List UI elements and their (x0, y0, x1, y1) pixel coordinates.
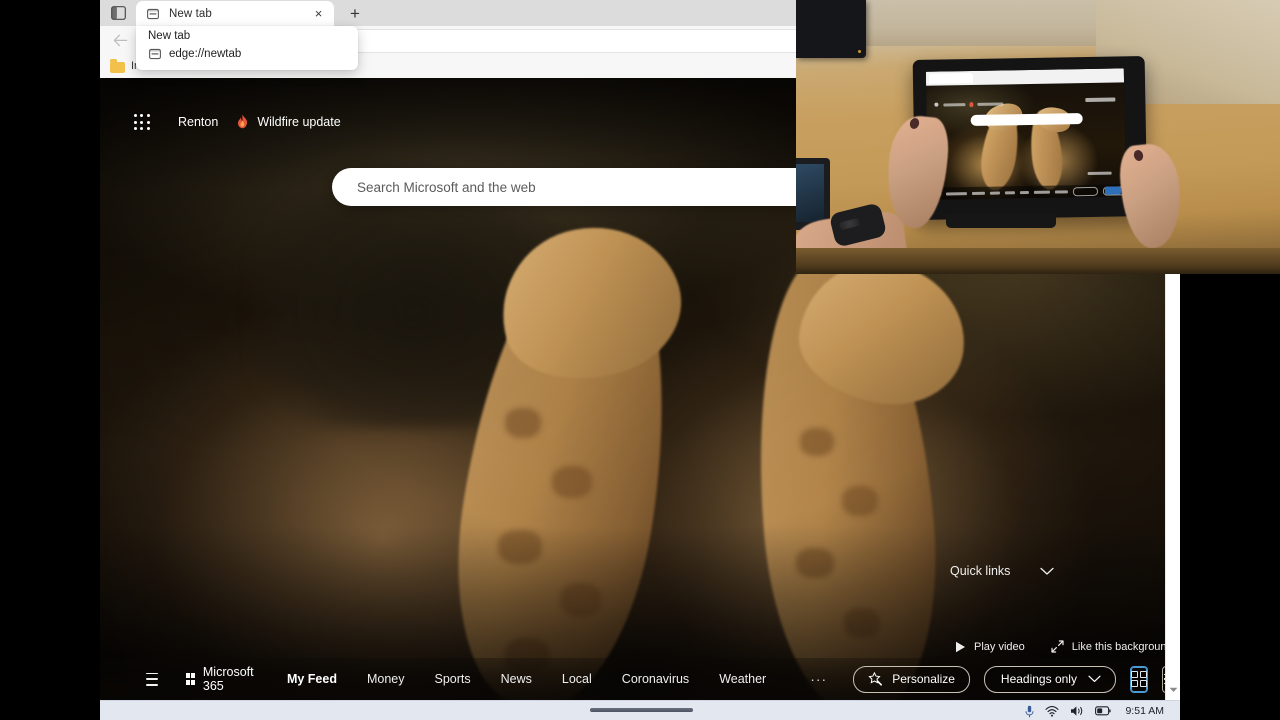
hamburger-icon[interactable] (146, 672, 159, 686)
window-tile-icon[interactable] (108, 3, 129, 23)
microphone-icon[interactable] (1025, 705, 1034, 718)
taskbar-drag-handle[interactable] (590, 708, 693, 712)
personalize-label: Personalize (892, 672, 955, 686)
like-background-button[interactable]: Like this background? (1051, 640, 1179, 653)
nav-link-weather[interactable]: Weather (719, 672, 766, 686)
battery-icon[interactable] (1095, 706, 1112, 716)
expand-arrows-icon (1051, 640, 1064, 653)
tab-preview-url: edge://newtab (169, 47, 242, 60)
close-icon[interactable]: × (311, 6, 326, 21)
layout-select[interactable]: Headings only (983, 665, 1116, 693)
personalize-button[interactable]: Personalize (853, 665, 970, 693)
back-arrow-icon[interactable] (110, 30, 131, 51)
taskbar-clock[interactable]: 9:51 AM (1125, 705, 1164, 717)
feed-nav-bar: Microsoft 365 My Feed Money Sports News … (100, 658, 1180, 700)
layout-select-value: Headings only (1000, 672, 1077, 686)
tab-hover-preview: New tab edge://newtab (136, 26, 358, 70)
location-label[interactable]: Renton (178, 115, 218, 129)
search-input-placeholder[interactable]: Search Microsoft and the web (357, 180, 536, 195)
chevron-down-icon[interactable] (1040, 567, 1055, 576)
play-video-button[interactable]: Play video (955, 641, 1025, 653)
right-hand (1116, 141, 1186, 251)
grid-view-icon[interactable] (1129, 665, 1148, 693)
quick-links-toggle[interactable]: Quick links (950, 564, 1055, 578)
microsoft-365-label: Microsoft 365 (202, 665, 254, 693)
nav-link-local[interactable]: Local (562, 672, 592, 686)
video-scene (796, 0, 1280, 274)
wildfire-update-link[interactable]: Wildfire update (236, 114, 341, 131)
more-options-button[interactable]: ··· (810, 672, 827, 686)
nav-link-sports[interactable]: Sports (435, 672, 471, 686)
newtab-icon (148, 47, 161, 60)
tab-preview-title: New tab (148, 30, 191, 42)
nav-link-money[interactable]: Money (367, 672, 405, 686)
play-video-label: Play video (974, 640, 1025, 653)
newtab-icon (146, 7, 160, 21)
play-icon (955, 641, 966, 653)
nav-link-coronavirus[interactable]: Coronavirus (622, 672, 689, 686)
nav-link-my-feed[interactable]: My Feed (287, 672, 337, 686)
tablet-device (912, 55, 1148, 221)
microsoft-365-link[interactable]: Microsoft 365 (186, 665, 257, 693)
flame-icon (236, 114, 249, 131)
tab-new-tab[interactable]: New tab × (136, 1, 334, 26)
new-tab-button[interactable]: + (344, 3, 366, 24)
background-video-controls: Play video Like this background? (955, 640, 1179, 653)
screen: New tab × + Renton Wildfire update Searc… (0, 0, 1280, 720)
scroll-down-arrow-icon[interactable] (1166, 684, 1180, 696)
nav-link-news[interactable]: News (501, 672, 532, 686)
quick-links-label: Quick links (950, 564, 1011, 578)
microsoft-logo-icon (186, 673, 195, 685)
system-tray: 9:51 AM (1014, 701, 1164, 720)
chevron-down-icon[interactable] (1088, 672, 1101, 686)
waffle-grid-icon[interactable] (133, 114, 150, 131)
video-overlay[interactable] (796, 0, 1280, 274)
wifi-icon[interactable] (1045, 705, 1060, 717)
taskbar: 9:51 AM (100, 700, 1180, 720)
tab-title: New tab (169, 7, 212, 20)
star-pen-icon (868, 672, 883, 686)
speaker-icon[interactable] (1070, 705, 1084, 717)
folder-icon (110, 59, 125, 73)
wildfire-update-label: Wildfire update (257, 115, 341, 129)
like-background-label: Like this background? (1071, 640, 1179, 653)
